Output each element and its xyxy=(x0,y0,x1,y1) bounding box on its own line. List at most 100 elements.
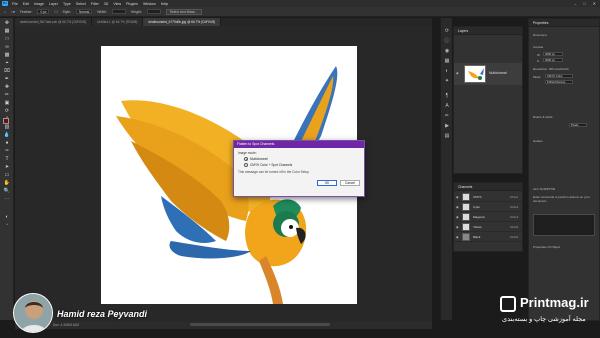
document-tab-active[interactable]: dealbounded_b779d0b.jpg @ 66.7% (CMYK/8) xyxy=(143,18,222,26)
rectangle-tool-icon[interactable]: ▭ xyxy=(3,172,11,179)
home-icon[interactable]: ⌂ xyxy=(4,10,6,14)
healing-brush-tool-icon[interactable]: ✚ xyxy=(3,84,11,91)
ruler-unit-select[interactable]: Pixels xyxy=(569,123,587,127)
cancel-button[interactable]: Cancel xyxy=(340,180,360,186)
document-tab[interactable]: Untitled-1 @ 66.7% (RGB/8) xyxy=(92,18,144,26)
radio-selected-icon[interactable] xyxy=(244,157,248,161)
adjustments-icon[interactable]: ◐ xyxy=(443,68,451,75)
layer-thumbnail xyxy=(464,65,486,83)
swatches-icon[interactable]: ▦ xyxy=(443,58,451,65)
channel-name: Yellow xyxy=(473,225,482,229)
eyedropper-tool-icon[interactable]: ✒ xyxy=(3,76,11,83)
close-icon[interactable]: ✕ xyxy=(593,1,596,6)
document-tab[interactable]: dealbounded_Bb7dad.psb @ 66.7% (CMYK/8) xyxy=(15,18,93,26)
brush-settings-icon[interactable]: ✏ xyxy=(443,113,451,120)
menu-layer[interactable]: Layer xyxy=(49,2,58,6)
menu-view[interactable]: View xyxy=(113,2,121,6)
guides-label[interactable]: Guides xyxy=(533,139,543,143)
libraries-icon[interactable]: ▤ xyxy=(443,133,451,140)
menu-plugins[interactable]: Plugins xyxy=(126,2,138,6)
channel-shortcut: Ctrl+4 xyxy=(509,215,518,219)
multichannel-option[interactable]: Multichannel xyxy=(244,157,360,161)
marquee-tool-icon[interactable]: □ xyxy=(3,36,11,43)
properties-panel-title[interactable]: Properties xyxy=(529,19,599,27)
radio-unselected-icon[interactable] xyxy=(244,163,248,167)
channel-row[interactable]: ◉ Cyan Ctrl+3 xyxy=(454,202,522,212)
layers-panel-title[interactable]: Layers xyxy=(454,27,522,35)
zoom-tool-icon[interactable]: 🔍 xyxy=(3,188,11,195)
menu-image[interactable]: Image xyxy=(34,2,44,6)
character-icon[interactable]: A xyxy=(443,103,451,110)
artboard-tool-icon[interactable]: ▦ xyxy=(3,28,11,35)
height-input[interactable] xyxy=(146,9,161,14)
blur-tool-icon[interactable]: 💧 xyxy=(3,132,11,139)
maximize-icon[interactable]: □ xyxy=(583,1,585,6)
channel-row[interactable]: ◉ Black Ctrl+6 xyxy=(454,232,522,242)
info-icon[interactable]: ⓘ xyxy=(443,38,451,45)
canvas-section-label[interactable]: Canvas xyxy=(533,45,543,49)
style-select[interactable]: Normal xyxy=(76,9,93,14)
frame-tool-icon[interactable]: ⌧ xyxy=(3,68,11,75)
styles-icon[interactable]: ✦ xyxy=(443,78,451,85)
visibility-eye-icon[interactable]: ◉ xyxy=(456,71,459,75)
clone-stamp-tool-icon[interactable]: ▣ xyxy=(3,100,11,107)
script-description: Enter command to perform actions on your… xyxy=(533,195,590,203)
layer-row[interactable]: ◉ Multichannel xyxy=(454,63,522,85)
visibility-eye-icon[interactable]: ◉ xyxy=(456,195,459,199)
history-icon[interactable]: ⟳ xyxy=(443,28,451,35)
ok-button[interactable]: OK xyxy=(317,180,337,186)
menu-edit[interactable]: Edit xyxy=(23,2,29,6)
bit-depth-select[interactable]: 8 Bits/Channel xyxy=(545,80,573,84)
move-tool-icon[interactable]: ✥ xyxy=(3,20,11,27)
paragraph-icon[interactable]: ¶ xyxy=(443,93,451,100)
gradient-tool-icon[interactable]: ▧ xyxy=(3,124,11,131)
rulers-grids-label[interactable]: Rulers & Grids xyxy=(533,115,553,119)
menu-file[interactable]: File xyxy=(12,2,18,6)
type-tool-icon[interactable]: T xyxy=(3,156,11,163)
brush-tool-icon[interactable]: ✏ xyxy=(3,92,11,99)
visibility-eye-icon[interactable]: ◉ xyxy=(456,235,459,239)
hand-tool-icon[interactable]: ✋ xyxy=(3,180,11,187)
channel-row[interactable]: ◉ Magenta Ctrl+4 xyxy=(454,212,522,222)
canvas-width-input[interactable]: 2000 px xyxy=(543,52,563,56)
menu-window[interactable]: Window xyxy=(143,2,156,6)
menu-type[interactable]: Type xyxy=(63,2,71,6)
channel-row[interactable]: ◉ CMYK Ctrl+2 xyxy=(454,192,522,202)
menu-filter[interactable]: Filter xyxy=(91,2,99,6)
minimize-icon[interactable]: – xyxy=(574,1,576,6)
menu-select[interactable]: Select xyxy=(76,2,86,6)
crop-tool-icon[interactable]: ⌖ xyxy=(3,60,11,67)
visibility-eye-icon[interactable]: ◉ xyxy=(456,215,459,219)
visibility-eye-icon[interactable]: ◉ xyxy=(456,225,459,229)
channel-row[interactable]: ◉ Yellow Ctrl+5 xyxy=(454,222,522,232)
marquee-preset-icon[interactable]: □▾ xyxy=(11,10,15,14)
channels-panel-title[interactable]: Channels xyxy=(454,183,522,191)
canvas-height-input[interactable]: 2000 px xyxy=(543,58,563,62)
cmyk-spot-option[interactable]: CMYK Color + Spot Channels xyxy=(244,163,360,167)
feather-input[interactable]: 0 px xyxy=(37,9,50,14)
object-select-tool-icon[interactable]: ▩ xyxy=(3,52,11,59)
path-selection-tool-icon[interactable]: ➤ xyxy=(3,164,11,171)
quick-mask-icon[interactable]: ◐ xyxy=(3,214,11,221)
actions-icon[interactable]: ▶ xyxy=(443,123,451,130)
screen-mode-icon[interactable]: ▫ xyxy=(3,222,11,229)
menu-3d[interactable]: 3D xyxy=(104,2,109,6)
foreground-color-swatch[interactable] xyxy=(3,118,9,124)
horizontal-scrollbar[interactable] xyxy=(190,323,330,326)
lasso-tool-icon[interactable]: ∞ xyxy=(3,44,11,51)
menu-help[interactable]: Help xyxy=(161,2,168,6)
history-brush-tool-icon[interactable]: ⟳ xyxy=(3,108,11,115)
photoshop-logo-icon[interactable]: Ps xyxy=(2,1,8,6)
width-input[interactable] xyxy=(111,9,126,14)
color-icon[interactable]: ◉ xyxy=(443,48,451,55)
pen-tool-icon[interactable]: ✑ xyxy=(3,148,11,155)
more-tools-icon[interactable]: ⋯ xyxy=(3,196,11,203)
select-and-mask-button[interactable]: Select and Mask... xyxy=(165,8,202,15)
script-input[interactable] xyxy=(533,214,595,236)
channel-thumbnail xyxy=(462,223,470,231)
anti-alias-checkbox[interactable]: ☐ xyxy=(54,10,57,14)
mode-select[interactable]: CMYK Color xyxy=(545,74,573,78)
visibility-eye-icon[interactable]: ◉ xyxy=(456,205,459,209)
menu-bar: Ps File Edit Image Layer Type Select Fil… xyxy=(0,0,600,7)
dodge-tool-icon[interactable]: ● xyxy=(3,140,11,147)
